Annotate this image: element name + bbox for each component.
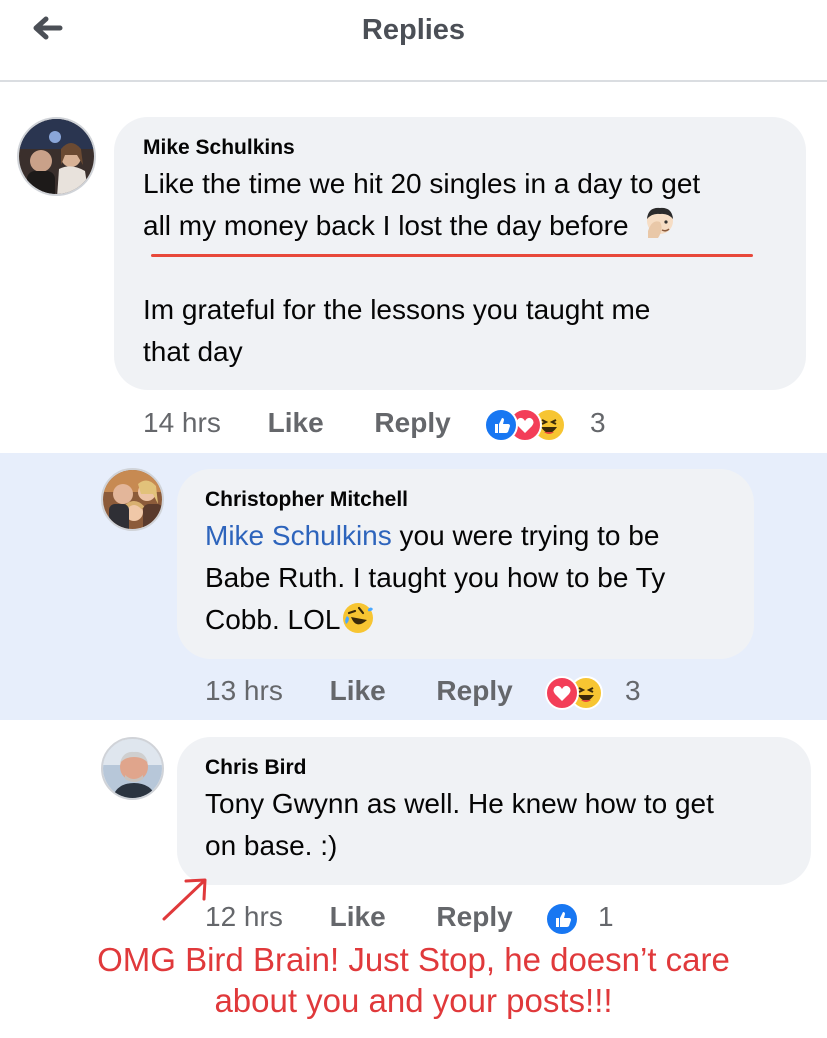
annotation-text: OMG Bird Brain! Just Stop, he doesn’t ca… [0, 939, 827, 1021]
like-button[interactable]: Like [330, 901, 386, 932]
like-reaction-icon [545, 902, 579, 936]
avatar-photo [19, 119, 94, 194]
comment-text-line: Babe Ruth. I taught you how to be Ty [205, 562, 666, 593]
comment-text-line: all my money back I lost the day before [143, 205, 776, 247]
comment-author[interactable]: Chris Bird [205, 756, 791, 780]
comment-author[interactable]: Christopher Mitchell [205, 488, 734, 512]
reactions-summary[interactable]: 1 [545, 901, 625, 937]
reaction-count: 3 [590, 407, 606, 438]
comment-text-span: Cobb. LOL [205, 604, 341, 635]
comment-text: Mike Schulkins you were trying to be Bab… [205, 515, 734, 641]
reply-button[interactable]: Reply [436, 901, 512, 932]
comment-text: Tony Gwynn as well. He knew how to get o… [205, 783, 791, 867]
comment-meta: 14 hrs Like Reply [143, 407, 451, 439]
comment-text-span: all my money back I lost the day before [143, 210, 629, 241]
page-title: Replies [361, 14, 466, 46]
annotation-line: OMG Bird Brain! Just Stop, he doesn’t ca… [97, 941, 730, 978]
annotation-line: about you and your posts!!! [214, 982, 613, 1019]
comment-author[interactable]: Mike Schulkins [143, 136, 776, 160]
comment-text-line: Cobb. LOL [205, 599, 734, 641]
comment-text-line: Like the time we hit 20 singles in a day… [143, 168, 701, 199]
comment-text: Like the time we hit 20 singles in a day… [143, 163, 776, 373]
comment-text-line: Im grateful for the lessons you taught m… [143, 294, 651, 325]
header-bar: Replies [0, 0, 827, 82]
mention-link[interactable]: Mike Schulkins [205, 520, 392, 551]
reactions-summary[interactable]: 3 [484, 407, 614, 443]
like-button[interactable]: Like [330, 675, 386, 706]
rolling-laughing-emoji [343, 603, 374, 633]
comment-text-line: Mike Schulkins you were trying to be [205, 515, 734, 557]
reply-button[interactable]: Reply [374, 407, 450, 438]
comment-meta: 13 hrs Like Reply [205, 675, 513, 707]
love-reaction-icon [545, 676, 579, 710]
reply-button[interactable]: Reply [436, 675, 512, 706]
reaction-count: 3 [625, 675, 641, 706]
comment-time[interactable]: 14 hrs [143, 407, 221, 438]
red-underline [151, 254, 753, 257]
comment-text-line: that day [143, 336, 243, 367]
reaction-count: 1 [598, 901, 614, 932]
comment-text-line: Tony Gwynn as well. He knew how to get [205, 788, 714, 819]
face-palm-emoji [647, 207, 674, 238]
like-button[interactable]: Like [268, 407, 324, 438]
avatar[interactable] [17, 117, 96, 196]
reactions-summary[interactable]: 3 [545, 675, 655, 711]
comment-text-span: you were trying to be [391, 520, 660, 551]
like-reaction-icon [484, 408, 518, 442]
avatar[interactable] [101, 468, 164, 531]
comment-time[interactable]: 12 hrs [205, 901, 283, 932]
comment-meta: 12 hrs Like Reply [205, 901, 513, 933]
comment-bubble: Chris Bird Tony Gwynn as well. He knew h… [177, 737, 811, 885]
comment-time[interactable]: 13 hrs [205, 675, 283, 706]
comment-text-line: on base. :) [205, 830, 338, 861]
avatar-photo [103, 739, 162, 798]
comment-bubble: Christopher Mitchell Mike Schulkins you … [177, 469, 754, 659]
annotation-arrow-icon [162, 878, 207, 921]
avatar[interactable] [101, 737, 164, 800]
